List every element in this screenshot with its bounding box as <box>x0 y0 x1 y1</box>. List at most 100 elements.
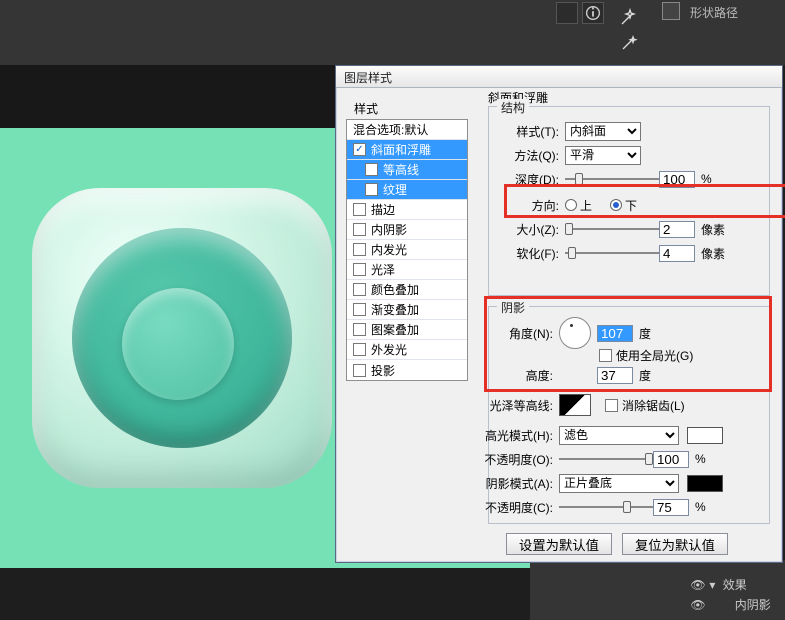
style-inner-glow[interactable]: 内发光 <box>347 240 467 260</box>
antialias-checkbox[interactable] <box>605 399 618 412</box>
shadow-color-swatch[interactable] <box>687 475 723 492</box>
highlight-mode-label: 高光模式(H): <box>475 427 553 444</box>
style-outer-glow[interactable]: 外发光 <box>347 340 467 360</box>
style-gradient-overlay[interactable]: 渐变叠加 <box>347 300 467 320</box>
layers-tree-inner-shadow[interactable]: 👁 内阴影 <box>690 596 771 613</box>
layers-panel-fragment: 👁 ▾ 效果 👁 内阴影 <box>530 560 785 620</box>
technique-label: 方法(Q): <box>503 147 559 164</box>
size-slider[interactable] <box>565 222 659 236</box>
depth-input[interactable] <box>659 171 695 188</box>
size-unit: 像素 <box>701 221 725 238</box>
visibility-eye-icon[interactable]: 👁 <box>690 598 706 612</box>
artwork-icon <box>32 188 332 488</box>
angle-input[interactable] <box>597 325 633 342</box>
highlight-opacity-input[interactable] <box>653 451 689 468</box>
shading-group: 阴影 角度(N): 度 使用全局光(G) 高度: 度 <box>488 306 770 524</box>
styles-header: 样式 <box>346 96 468 119</box>
depth-slider[interactable] <box>565 172 659 186</box>
style-select[interactable]: 内斜面 <box>565 122 641 141</box>
shadow-opacity-input[interactable] <box>653 499 689 516</box>
shadow-opacity-label: 不透明度(C): <box>475 499 553 516</box>
styles-box: 混合选项:默认 ✓ 斜面和浮雕 等高线 纹理 描边 <box>346 119 468 381</box>
shadow-mode-select[interactable]: 正片叠底 <box>559 474 679 493</box>
angle-unit: 度 <box>639 325 651 342</box>
angle-dial[interactable] <box>559 317 591 349</box>
global-light-label: 使用全局光(G) <box>616 347 693 364</box>
shadow-opacity-slider[interactable] <box>559 500 653 514</box>
gloss-label: 光泽等高线: <box>483 397 553 414</box>
style-satin[interactable]: 光泽 <box>347 260 467 280</box>
style-color-overlay[interactable]: 颜色叠加 <box>347 280 467 300</box>
dialog-title: 图层样式 <box>344 71 392 85</box>
tree-collapse-icon[interactable]: ▾ <box>709 578 719 592</box>
soften-input[interactable] <box>659 245 695 262</box>
shape-path-swatch[interactable] <box>662 2 680 20</box>
dialog-titlebar[interactable]: 图层样式 <box>336 66 782 88</box>
styles-list: 样式 混合选项:默认 ✓ 斜面和浮雕 等高线 纹理 <box>346 96 468 500</box>
soften-label: 软化(F): <box>503 245 559 262</box>
checkbox-icon[interactable] <box>353 323 366 336</box>
checkbox-icon[interactable] <box>353 303 366 316</box>
bevel-settings-pane: 斜面和浮雕 结构 样式(T): 内斜面 方法(Q): 平滑 深度(D): % <box>478 96 772 552</box>
sparkle-icon[interactable] <box>620 34 638 55</box>
checkbox-icon[interactable] <box>353 343 366 356</box>
style-pattern-overlay[interactable]: 图案叠加 <box>347 320 467 340</box>
style-contour[interactable]: 等高线 <box>347 160 467 180</box>
checkbox-icon[interactable] <box>353 364 366 377</box>
direction-down-label: 下 <box>625 197 637 214</box>
size-label: 大小(Z): <box>503 221 559 238</box>
structure-group-label: 结构 <box>497 99 529 116</box>
style-inner-shadow[interactable]: 内阴影 <box>347 220 467 240</box>
checkbox-icon[interactable] <box>353 243 366 256</box>
altitude-input[interactable] <box>597 367 633 384</box>
layers-tree-effects[interactable]: 👁 ▾ 效果 <box>690 576 747 593</box>
style-bevel[interactable]: ✓ 斜面和浮雕 <box>347 140 467 160</box>
panel-button-b[interactable] <box>582 2 604 24</box>
tree-label: 内阴影 <box>735 598 771 612</box>
altitude-unit: 度 <box>639 367 651 384</box>
soften-slider[interactable] <box>565 246 659 260</box>
checkbox-icon[interactable] <box>353 283 366 296</box>
checkbox-icon[interactable] <box>365 163 378 176</box>
style-blending[interactable]: 混合选项:默认 <box>347 120 467 140</box>
checkbox-icon[interactable] <box>365 183 378 196</box>
soften-unit: 像素 <box>701 245 725 262</box>
highlight-opacity-unit: % <box>695 452 706 466</box>
direction-up-radio[interactable] <box>565 199 577 211</box>
visibility-eye-icon[interactable]: 👁 <box>690 578 706 592</box>
style-label: 样式(T): <box>503 123 559 140</box>
wand-icon[interactable] <box>620 8 638 29</box>
shadow-mode-label: 阴影模式(A): <box>475 475 553 492</box>
direction-up-label: 上 <box>580 197 592 214</box>
layer-style-dialog: 图层样式 样式 混合选项:默认 ✓ 斜面和浮雕 等高线 纹理 <box>335 65 783 563</box>
altitude-label: 高度: <box>497 367 553 384</box>
checkbox-icon[interactable]: ✓ <box>353 143 366 156</box>
highlight-mode-select[interactable]: 滤色 <box>559 426 679 445</box>
gloss-contour-swatch[interactable] <box>559 394 591 416</box>
tree-label: 效果 <box>723 578 747 592</box>
depth-unit: % <box>701 172 712 186</box>
panel-button-a[interactable] <box>556 2 578 24</box>
make-default-button[interactable]: 设置为默认值 <box>506 533 612 555</box>
checkbox-icon[interactable] <box>353 223 366 236</box>
direction-label: 方向: <box>503 197 559 214</box>
structure-group: 结构 样式(T): 内斜面 方法(Q): 平滑 深度(D): % 方向: <box>488 106 770 296</box>
highlight-color-swatch[interactable] <box>687 427 723 444</box>
depth-label: 深度(D): <box>503 171 559 188</box>
technique-select[interactable]: 平滑 <box>565 146 641 165</box>
checkbox-icon[interactable] <box>353 263 366 276</box>
style-stroke[interactable]: 描边 <box>347 200 467 220</box>
angle-label: 角度(N): <box>497 325 553 342</box>
checkbox-icon[interactable] <box>353 203 366 216</box>
style-drop-shadow[interactable]: 投影 <box>347 360 467 380</box>
highlight-opacity-slider[interactable] <box>559 452 653 466</box>
style-texture[interactable]: 纹理 <box>347 180 467 200</box>
info-icon <box>583 3 603 23</box>
reset-default-button[interactable]: 复位为默认值 <box>622 533 728 555</box>
direction-down-radio[interactable] <box>610 199 622 211</box>
highlight-opacity-label: 不透明度(O): <box>475 451 553 468</box>
shadow-opacity-unit: % <box>695 500 706 514</box>
global-light-checkbox[interactable] <box>599 349 612 362</box>
size-input[interactable] <box>659 221 695 238</box>
shading-group-label: 阴影 <box>497 299 529 316</box>
